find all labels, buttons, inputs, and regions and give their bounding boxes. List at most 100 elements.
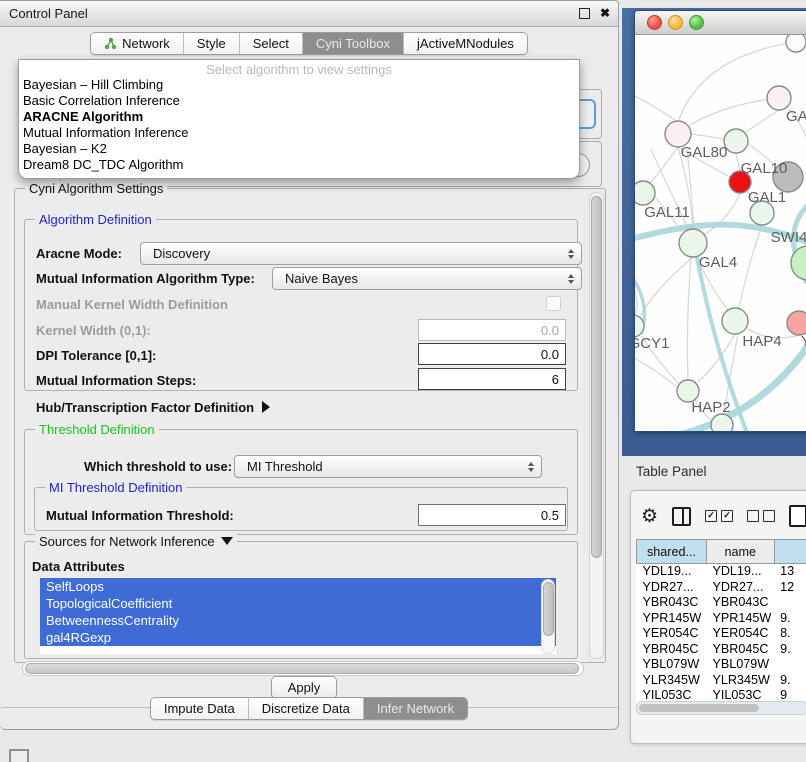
minimized-panel-icon[interactable] (9, 749, 29, 762)
tab-infer-network[interactable]: Infer Network (363, 698, 467, 719)
columns-icon[interactable] (672, 507, 691, 526)
sources-group-title[interactable]: Sources for Network Inference (35, 534, 237, 549)
network-window-titlebar (635, 11, 806, 35)
column-header-shared[interactable]: shared... (637, 540, 707, 564)
which-threshold-label: Which threshold to use: (84, 459, 232, 474)
data-attributes-label: Data Attributes (32, 559, 125, 574)
app-screen: Control Panel ✖ Network (0, 0, 806, 762)
node-label: GAL11 (644, 204, 690, 221)
mi-threshold-label: Mutual Information Threshold: (46, 508, 234, 523)
float-window-icon[interactable] (579, 8, 590, 19)
table-hscrollbar-track[interactable] (636, 701, 806, 715)
table-row[interactable]: YBR043CYBR043C (637, 595, 806, 611)
algorithm-option[interactable]: Basic Correlation Inference (19, 93, 579, 109)
bottom-tabbar: Impute Data Discretize Data Infer Networ… (0, 697, 618, 720)
control-panel-window: Control Panel ✖ Network (0, 0, 619, 730)
attr-list-scrollbar-track[interactable] (541, 579, 555, 654)
tab-cyni-toolbox[interactable]: Cyni Toolbox (302, 33, 403, 54)
data-attribute-item[interactable]: BetweennessCentrality (40, 612, 556, 629)
dpi-tolerance-input[interactable]: 0.0 (418, 343, 566, 365)
table-row[interactable]: YPR145WYPR145W9. (637, 611, 806, 627)
manual-kernel-width-label: Manual Kernel Width Definition (36, 297, 228, 312)
settings-hscrollbar-track[interactable] (22, 661, 584, 676)
control-panel-title: Control Panel (9, 6, 88, 21)
network-canvas[interactable]: GALGAL80GAL10GAL1GAL11SWI4GAL4GCY1HAP4YH… (635, 35, 806, 431)
settings-scrollbar-track[interactable] (589, 192, 604, 659)
node-label: HAP2 (691, 399, 730, 416)
node-label: GAL (786, 108, 806, 125)
algorithm-option[interactable]: Mutual Information Inference (19, 125, 579, 141)
table-header-row: shared... name (637, 540, 806, 564)
window-close-icon[interactable] (647, 15, 662, 30)
node-label: Y (801, 333, 806, 350)
algorithm-option[interactable]: Bayesian – Hill Climbing (19, 77, 579, 93)
window-minimize-icon[interactable] (668, 15, 683, 30)
network-node-gal[interactable] (767, 86, 791, 110)
network-node[interactable] (711, 414, 733, 431)
data-attribute-item[interactable]: gal4RGexp (40, 629, 556, 646)
settings-scrollbar-thumb[interactable] (591, 196, 602, 558)
node-label: SWI4 (771, 229, 806, 246)
expand-right-icon (262, 401, 270, 413)
table-panel-title: Table Panel (636, 464, 707, 479)
algorithm-option[interactable]: Bayesian – K2 (19, 141, 579, 157)
network-node-y[interactable] (787, 311, 806, 335)
stepper-icon (565, 274, 577, 284)
tab-jactivemnodules[interactable]: jActiveMNodules (403, 33, 527, 54)
table-row[interactable]: YDL19...YDL19...13 (637, 564, 806, 580)
table-row[interactable]: YBL079WYBL079W (637, 657, 806, 673)
dpi-tolerance-label: DPI Tolerance [0,1]: (36, 348, 156, 363)
table-row[interactable]: YLR345WYLR345W9. (637, 673, 806, 689)
algorithm-option[interactable]: ARACNE Algorithm (19, 109, 579, 125)
tab-select[interactable]: Select (239, 33, 302, 54)
gear-icon[interactable]: ⚙ (641, 507, 658, 526)
data-attributes-list: SelfLoopsTopologicalCoefficientBetweenne… (40, 578, 556, 654)
column-header-name[interactable]: name (706, 540, 774, 564)
tab-discretize-data[interactable]: Discretize Data (248, 698, 363, 719)
table-row[interactable]: YDR27...YDR27...12 (637, 580, 806, 596)
data-attribute-item[interactable]: SelfLoops (40, 578, 556, 595)
algorithm-dropdown-popup: Select algorithm to view settings Bayesi… (18, 59, 580, 179)
aracne-mode-value: Discovery (153, 246, 565, 261)
mi-threshold-input[interactable]: 0.5 (418, 504, 566, 526)
attr-list-scrollbar-thumb[interactable] (543, 582, 554, 636)
hub-definition-expander[interactable]: Hub/Transcription Factor Definition (36, 400, 270, 415)
network-node-gal10[interactable] (724, 129, 748, 153)
manual-kernel-width-checkbox[interactable] (546, 296, 561, 311)
data-attribute-item[interactable]: TopologicalCoefficient (40, 595, 556, 612)
table-row[interactable]: YER054CYER054C8. (637, 626, 806, 642)
tab-style[interactable]: Style (183, 33, 239, 54)
node-label: HAP4 (742, 333, 781, 350)
which-threshold-combo[interactable]: MI Threshold (234, 455, 542, 478)
mi-steps-input[interactable]: 6 (418, 368, 566, 390)
window-zoom-icon[interactable] (689, 15, 704, 30)
kernel-width-input[interactable]: 0.0 (418, 319, 566, 341)
aracne-mode-combo[interactable]: Discovery (140, 242, 582, 265)
table-hscrollbar-thumb[interactable] (639, 704, 759, 712)
settings-hscrollbar-thumb[interactable] (25, 663, 579, 674)
close-panel-icon[interactable]: ✖ (600, 7, 610, 19)
kernel-width-label: Kernel Width (0,1): (36, 323, 151, 338)
table-panel: ⚙ ✓✓ shared... name YDL19...YDL19...13YD… (630, 490, 806, 744)
mi-type-value: Naive Bayes (285, 271, 565, 286)
network-node-gal11[interactable] (635, 181, 655, 205)
node-label: GAL4 (699, 254, 737, 271)
column-header-third[interactable] (774, 540, 806, 564)
table-toolbar: ⚙ ✓✓ (641, 503, 806, 529)
tab-network[interactable]: Network (91, 33, 183, 54)
tab-network-label: Network (122, 36, 170, 51)
table-row[interactable]: YBR045CYBR045C9. (637, 642, 806, 658)
network-node-hap4[interactable] (722, 308, 748, 334)
tab-impute-data[interactable]: Impute Data (151, 698, 248, 719)
algorithm-definition-title: Algorithm Definition (35, 212, 156, 227)
network-node[interactable] (786, 35, 806, 52)
select-all-checkboxes-icon[interactable]: ✓✓ (705, 510, 733, 522)
document-icon[interactable] (789, 505, 806, 527)
network-node-gal4[interactable] (679, 229, 707, 257)
deselect-all-checkboxes-icon[interactable] (747, 510, 775, 522)
algorithm-option[interactable]: Dream8 DC_TDC Algorithm (19, 157, 579, 173)
mi-type-combo[interactable]: Naive Bayes (272, 267, 582, 290)
expand-down-icon (221, 537, 233, 545)
control-panel-titlebar: Control Panel ✖ (0, 1, 618, 27)
apply-button[interactable]: Apply (271, 676, 337, 699)
